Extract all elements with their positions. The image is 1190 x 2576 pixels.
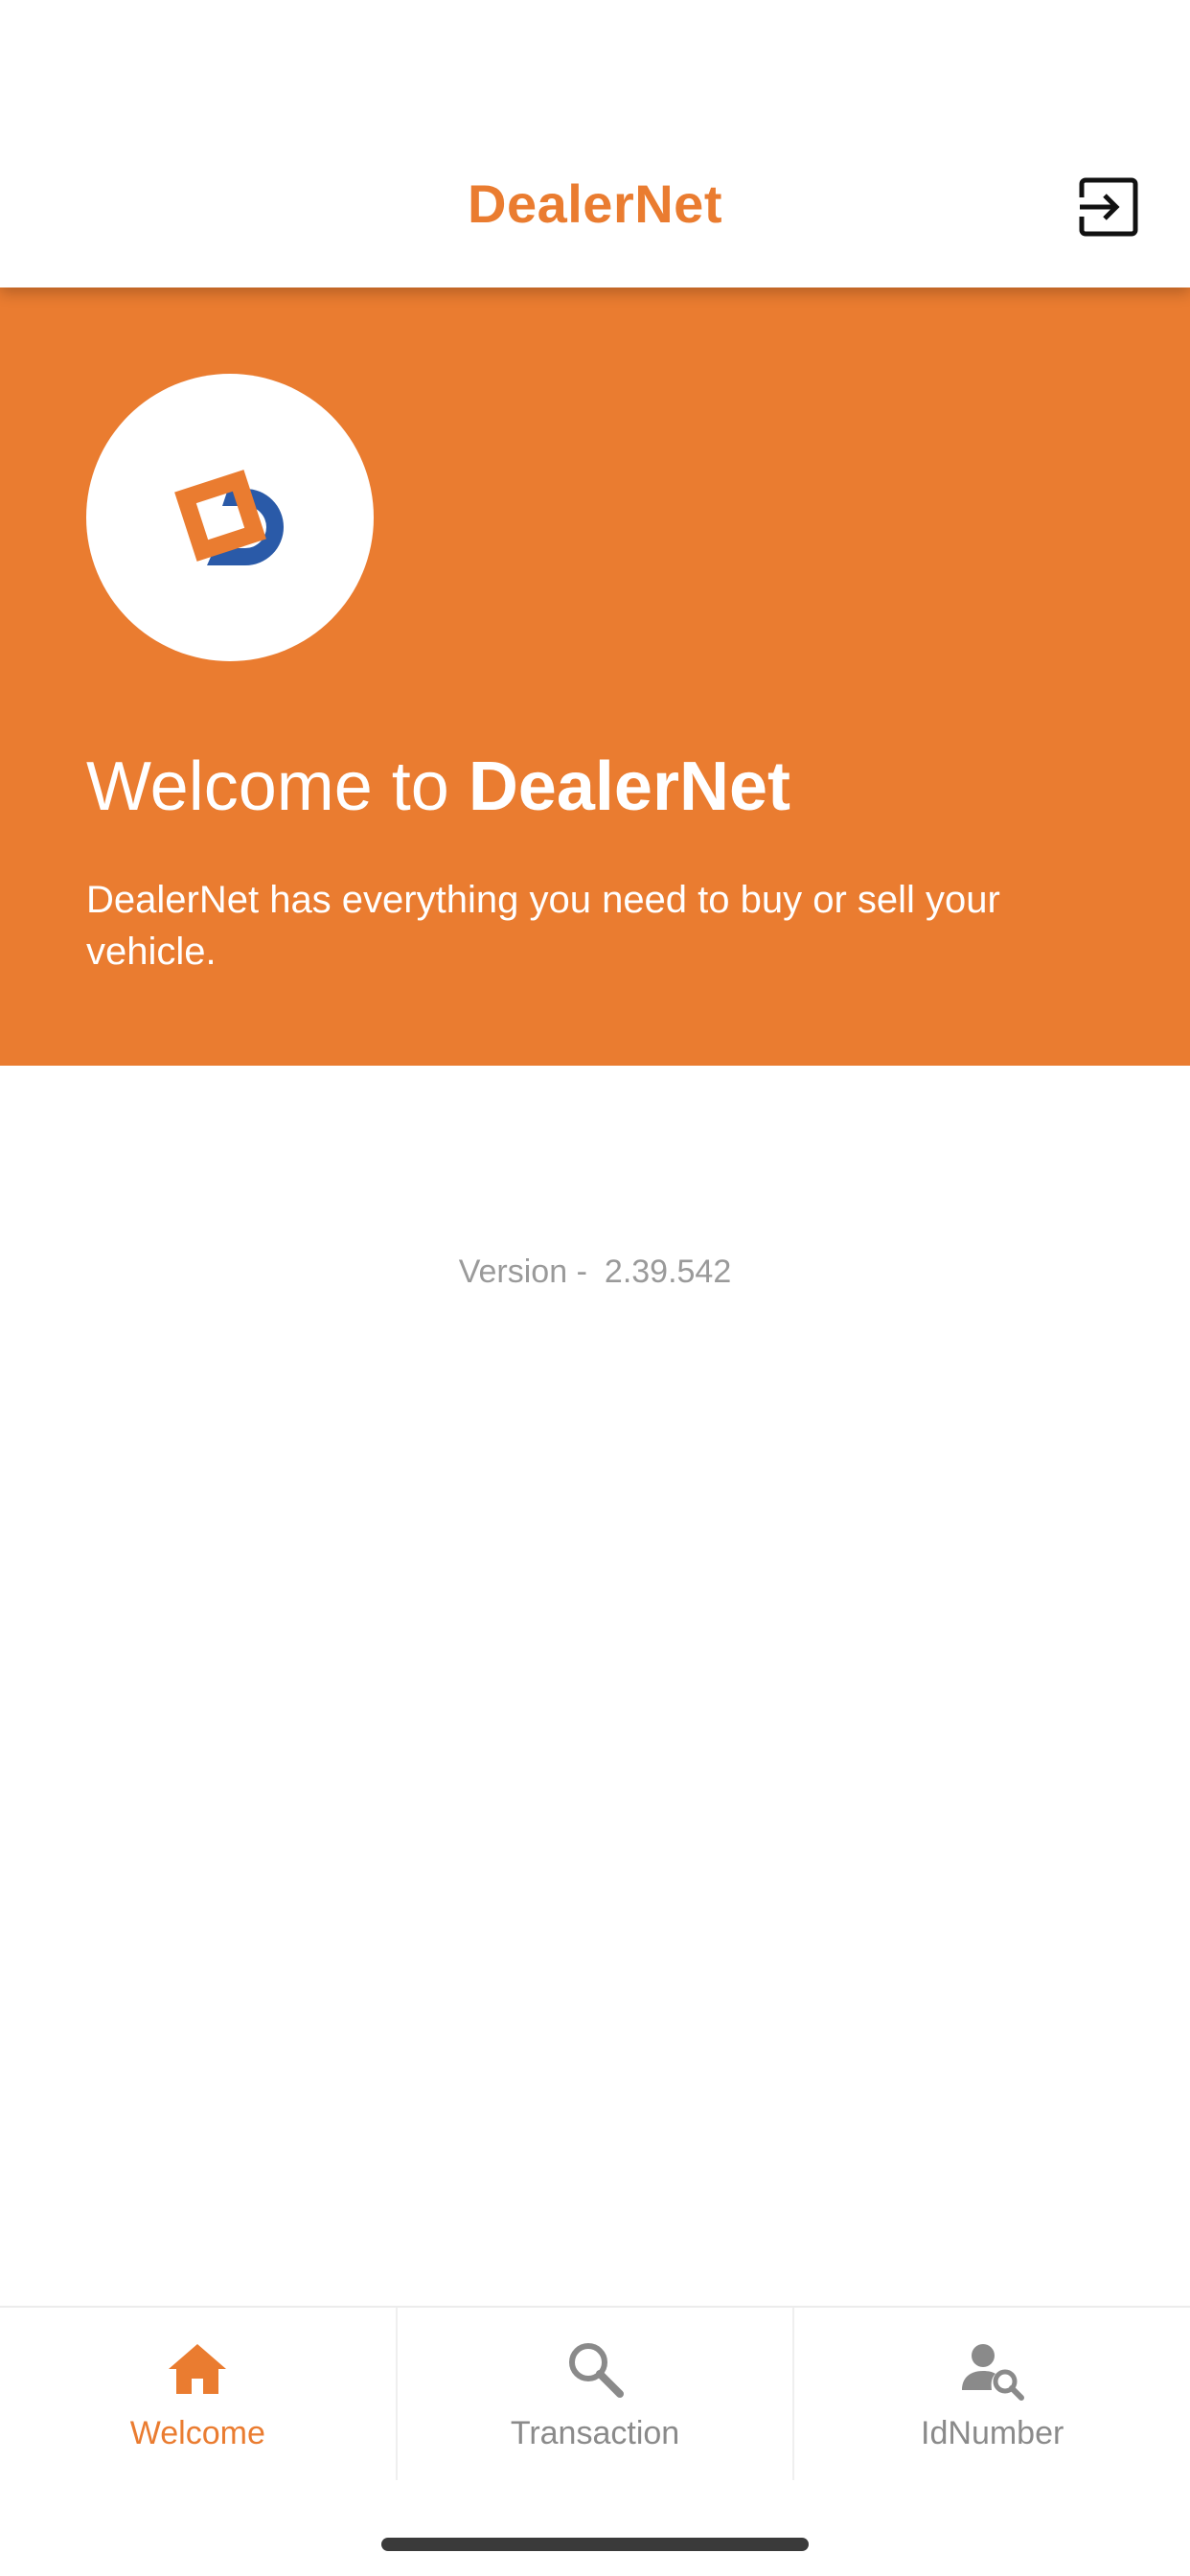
tab-welcome[interactable]: Welcome — [0, 2308, 396, 2480]
user-search-icon — [960, 2336, 1025, 2402]
tab-transaction[interactable]: Transaction — [395, 2308, 793, 2480]
logout-icon — [1078, 177, 1138, 237]
version-label: Version - — [458, 1254, 587, 1290]
welcome-heading: Welcome to DealerNet — [86, 748, 790, 826]
tab-transaction-label: Transaction — [510, 2415, 680, 2451]
home-icon — [165, 2336, 230, 2402]
logout-button[interactable] — [1078, 176, 1139, 238]
welcome-brand: DealerNet — [468, 748, 790, 825]
version-info: Version - 2.39.542 — [0, 1254, 1190, 1291]
bottom-tab-bar: Welcome Transaction IdNumber — [0, 2306, 1190, 2480]
tab-idnumber[interactable]: IdNumber — [792, 2308, 1190, 2480]
dealernet-logo-icon — [174, 470, 284, 565]
app-header: DealerNet — [0, 0, 1190, 288]
welcome-hero: Welcome to DealerNet DealerNet has every… — [0, 288, 1190, 1066]
home-indicator — [381, 2538, 809, 2551]
logo-badge — [86, 374, 374, 661]
app-title: DealerNet — [468, 173, 722, 234]
tab-welcome-label: Welcome — [129, 2415, 265, 2451]
welcome-prefix: Welcome to — [86, 748, 469, 825]
version-number: 2.39.542 — [604, 1254, 732, 1290]
welcome-description: DealerNet has everything you need to buy… — [86, 879, 1000, 973]
search-icon — [562, 2336, 628, 2402]
tab-idnumber-label: IdNumber — [921, 2415, 1064, 2451]
